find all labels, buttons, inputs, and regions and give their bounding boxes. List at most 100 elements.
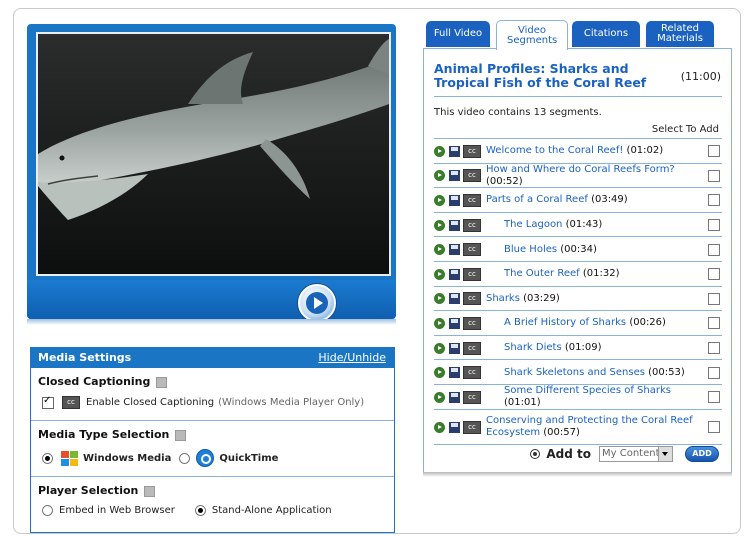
save-icon[interactable] xyxy=(449,391,460,403)
segment-link[interactable]: How and Where do Coral Reefs Form? xyxy=(486,164,675,175)
tab-citations[interactable]: Citations xyxy=(572,21,640,47)
closed-captioning-row: cc Enable Closed Captioning (Windows Med… xyxy=(38,395,387,409)
segment-icons: cc xyxy=(434,366,484,380)
tab-related-materials[interactable]: Related Materials xyxy=(646,21,714,47)
media-type-row: Windows Media QuickTime xyxy=(38,449,387,467)
cc-icon[interactable]: cc xyxy=(463,420,481,434)
save-icon[interactable] xyxy=(449,317,460,329)
segment-link[interactable]: Shark Skeletons and Senses xyxy=(504,367,645,378)
save-icon[interactable] xyxy=(449,194,460,206)
segment-duration: (03:49) xyxy=(591,194,628,206)
save-icon[interactable] xyxy=(449,268,460,280)
play-button[interactable] xyxy=(298,284,336,322)
segment-link[interactable]: Blue Holes xyxy=(504,244,557,255)
save-icon[interactable] xyxy=(449,145,460,157)
cc-icon[interactable]: cc xyxy=(463,267,481,281)
segment-link[interactable]: Parts of a Coral Reef xyxy=(486,194,588,205)
save-icon[interactable] xyxy=(449,170,460,182)
segment-row: cc Blue Holes (00:34) xyxy=(434,236,722,262)
select-segment-checkbox[interactable] xyxy=(708,169,720,182)
select-segment-checkbox[interactable] xyxy=(708,268,720,281)
segment-title: The Lagoon (01:43) xyxy=(484,219,708,231)
cc-icon[interactable]: cc xyxy=(463,390,481,404)
play-icon[interactable] xyxy=(434,268,445,280)
select-segment-checkbox[interactable] xyxy=(708,391,720,404)
cc-icon[interactable]: cc xyxy=(463,193,481,207)
save-icon[interactable] xyxy=(449,219,460,231)
chevron-down-icon xyxy=(658,447,672,461)
segment-link[interactable]: Conserving and Protecting the Coral Reef… xyxy=(486,415,693,438)
stand-alone-radio[interactable] xyxy=(194,505,206,516)
segment-link[interactable]: Some Different Species of Sharks xyxy=(504,385,671,396)
select-segment-checkbox[interactable] xyxy=(708,366,720,379)
select-segment-checkbox[interactable] xyxy=(708,342,720,355)
play-icon[interactable] xyxy=(434,391,445,403)
segment-row: cc Shark Skeletons and Senses (00:53) xyxy=(434,359,722,385)
closed-captioning-title: Closed Captioning xyxy=(38,375,387,388)
segment-link[interactable]: A Brief History of Sharks xyxy=(504,317,626,328)
cc-icon[interactable]: cc xyxy=(463,292,481,306)
play-icon[interactable] xyxy=(434,342,445,354)
segment-title: Shark Skeletons and Senses (00:53) xyxy=(484,367,708,379)
video-screen[interactable] xyxy=(36,32,391,276)
play-icon[interactable] xyxy=(434,293,445,305)
segment-link[interactable]: Sharks xyxy=(486,293,520,304)
enable-captioning-checkbox[interactable] xyxy=(42,395,54,409)
windows-media-radio[interactable] xyxy=(42,452,53,464)
hide-unhide-link[interactable]: Hide/Unhide xyxy=(318,348,386,368)
save-icon[interactable] xyxy=(449,244,460,256)
segment-row: cc Conserving and Protecting the Coral Re… xyxy=(434,408,722,445)
segment-title: Parts of a Coral Reef (03:49) xyxy=(484,194,708,206)
select-segment-checkbox[interactable] xyxy=(708,145,720,158)
cc-icon[interactable]: cc xyxy=(463,144,481,158)
save-icon[interactable] xyxy=(449,421,460,433)
segment-title: Sharks (03:29) xyxy=(484,293,708,305)
embed-browser-radio[interactable] xyxy=(42,505,53,516)
play-icon[interactable] xyxy=(434,170,445,182)
cc-icon[interactable]: cc xyxy=(463,366,481,380)
save-icon[interactable] xyxy=(449,342,460,354)
select-segment-checkbox[interactable] xyxy=(708,219,720,232)
add-to-select[interactable]: My Content xyxy=(599,446,673,462)
cc-icon[interactable]: cc xyxy=(463,243,481,257)
select-segment-checkbox[interactable] xyxy=(708,317,720,330)
play-icon[interactable] xyxy=(434,367,445,379)
segment-link[interactable]: Welcome to the Coral Reef! xyxy=(486,145,623,156)
player-selection-title: Player Selection xyxy=(38,484,387,497)
save-icon[interactable] xyxy=(449,293,460,305)
cc-icon[interactable]: cc xyxy=(463,218,481,232)
play-icon[interactable] xyxy=(434,145,445,157)
help-icon[interactable] xyxy=(144,485,156,497)
segment-link[interactable]: The Lagoon xyxy=(504,219,562,230)
cc-icon[interactable]: cc xyxy=(463,169,481,183)
play-icon[interactable] xyxy=(434,244,445,256)
add-button[interactable]: ADD xyxy=(685,446,719,462)
cc-icon[interactable]: cc xyxy=(463,341,481,355)
enable-captioning-label: Enable Closed Captioning xyxy=(86,397,215,408)
save-icon[interactable] xyxy=(449,367,460,379)
play-icon[interactable] xyxy=(434,194,445,206)
tab-full-video[interactable]: Full Video xyxy=(426,21,490,47)
segment-link[interactable]: The Outer Reef xyxy=(504,268,580,279)
segment-title: A Brief History of Sharks (00:26) xyxy=(484,317,708,329)
play-icon[interactable] xyxy=(434,421,445,433)
help-icon[interactable] xyxy=(156,376,168,388)
quicktime-radio[interactable] xyxy=(179,452,191,464)
play-icon[interactable] xyxy=(434,317,445,329)
select-segment-checkbox[interactable] xyxy=(708,194,720,207)
play-icon xyxy=(306,292,328,314)
play-icon[interactable] xyxy=(434,219,445,231)
segment-row: cc Shark Diets (01:09) xyxy=(434,334,722,361)
select-segment-checkbox[interactable] xyxy=(708,292,720,305)
segment-title: How and Where do Coral Reefs Form? (00:5… xyxy=(484,164,708,188)
cc-icon[interactable]: cc xyxy=(463,316,481,330)
stand-alone-label: Stand-Alone Application xyxy=(211,505,332,516)
select-segment-checkbox[interactable] xyxy=(708,421,720,434)
help-icon[interactable] xyxy=(175,429,187,441)
segment-count-text: This video contains 13 segments. xyxy=(434,107,602,118)
tab-video-segments[interactable]: Video Segments xyxy=(496,20,568,50)
select-segment-checkbox[interactable] xyxy=(708,243,720,256)
segment-row: cc Some Different Species of Sharks (01:0… xyxy=(434,384,722,410)
segment-link[interactable]: Shark Diets xyxy=(504,342,562,353)
segment-duration: (00:26) xyxy=(629,317,666,329)
